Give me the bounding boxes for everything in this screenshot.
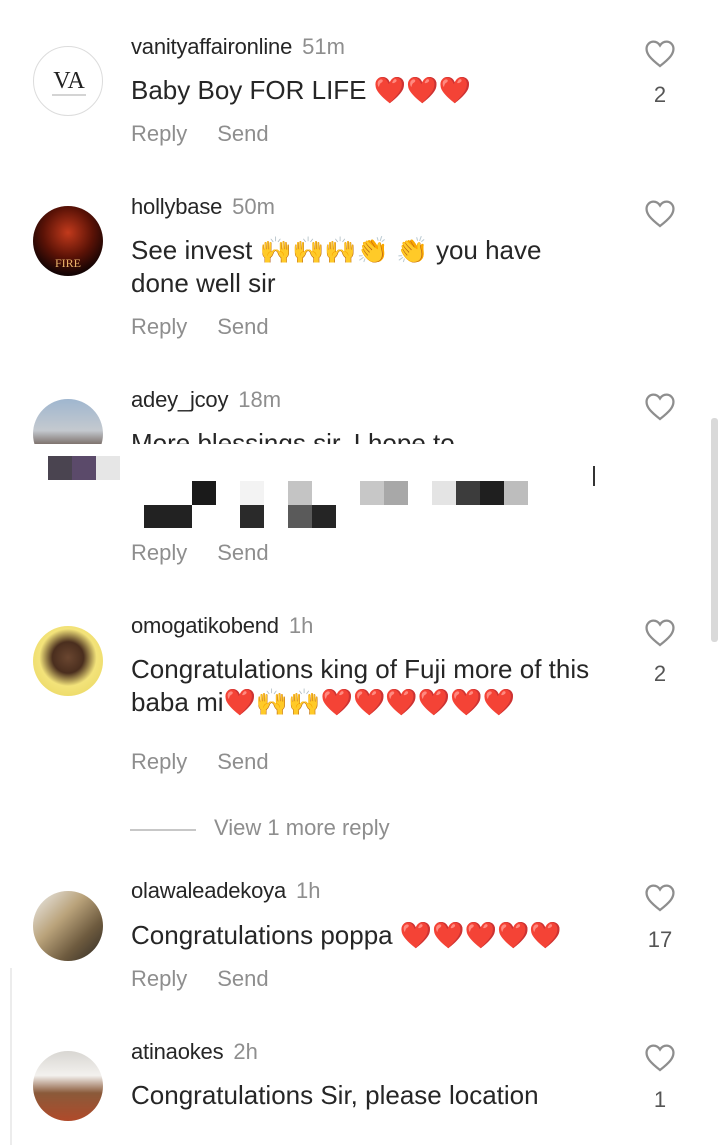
avatar[interactable]: VA (33, 46, 103, 116)
comment-text: Congratulations Sir, please location (131, 1080, 539, 1110)
reply-button[interactable]: Reply (131, 121, 187, 147)
send-button[interactable]: Send (217, 121, 268, 147)
reply-button[interactable]: Reply (131, 314, 187, 340)
avatar[interactable]: FIRE (33, 206, 103, 276)
avatar[interactable] (33, 1051, 103, 1121)
pixelation-mask (0, 444, 720, 540)
like-count: 17 (647, 927, 673, 952)
timestamp: 18m (238, 387, 282, 412)
comment-text: Congratulations poppa ❤️❤️❤️❤️❤️ (131, 920, 562, 950)
send-button[interactable]: Send (217, 314, 268, 340)
like-count: 2 (653, 661, 667, 686)
like-count: 1 (653, 1087, 667, 1112)
timestamp: 1h (288, 613, 314, 638)
comment-text: More blessings sir. I hope to (131, 428, 455, 444)
comment-header: atinaokes 2h (131, 1039, 258, 1065)
comment-header: omogatikobend 1h (131, 613, 313, 639)
send-button[interactable]: Send (217, 540, 268, 566)
heart-icon[interactable] (642, 881, 678, 915)
view-more-replies-label: View 1 more reply (214, 815, 390, 840)
comment-header: vanityaffaironline 51m (131, 34, 345, 60)
comment-actions: Reply Send (131, 966, 269, 992)
reply-button[interactable]: Reply (131, 540, 187, 566)
heart-icon[interactable] (642, 37, 678, 71)
username[interactable]: omogatikobend (131, 613, 279, 638)
timestamp: 51m (302, 34, 345, 59)
divider (130, 829, 196, 831)
reply-button[interactable]: Reply (131, 749, 187, 775)
comment-actions: Reply Send (131, 749, 269, 775)
comment-actions: Reply Send (131, 314, 269, 340)
username[interactable]: adey_jcoy (131, 387, 228, 412)
username[interactable]: vanityaffaironline (131, 34, 292, 59)
avatar[interactable] (33, 626, 103, 696)
timestamp: 1h (295, 878, 321, 903)
heart-icon[interactable] (642, 1041, 678, 1075)
username[interactable]: olawaleadekoya (131, 878, 286, 903)
comment-header: hollybase 50m (131, 194, 275, 220)
heart-icon[interactable] (642, 390, 678, 424)
comment-header: olawaleadekoya 1h (131, 878, 320, 904)
svg-text:VA: VA (53, 68, 85, 94)
heart-icon[interactable] (642, 616, 678, 650)
send-button[interactable]: Send (217, 749, 268, 775)
avatar[interactable] (33, 891, 103, 961)
comment-header: adey_jcoy 18m (131, 387, 281, 413)
comment-text: Baby Boy FOR LIFE ❤️❤️❤️ (131, 75, 471, 105)
heart-icon[interactable] (642, 197, 678, 231)
scrollbar[interactable] (711, 418, 718, 642)
comment-actions: Reply Send (131, 540, 269, 566)
like-count: 2 (653, 82, 667, 107)
timestamp: 2h (233, 1039, 258, 1064)
va-logo-icon: VA (52, 68, 86, 96)
divider (10, 968, 12, 1145)
svg-text:FIRE: FIRE (55, 256, 81, 270)
comment-text: See invest 🙌🙌🙌👏 👏 you have done well sir (131, 235, 542, 298)
poster-icon: FIRE (55, 256, 81, 270)
comment-actions: Reply Send (131, 121, 269, 147)
reply-button[interactable]: Reply (131, 966, 187, 992)
username[interactable]: atinaokes (131, 1039, 224, 1064)
view-more-replies[interactable]: View 1 more reply (130, 815, 530, 849)
timestamp: 50m (232, 194, 275, 219)
send-button[interactable]: Send (217, 966, 268, 992)
comment-text: Congratulations king of Fuji more of thi… (131, 654, 590, 717)
username[interactable]: hollybase (131, 194, 222, 219)
